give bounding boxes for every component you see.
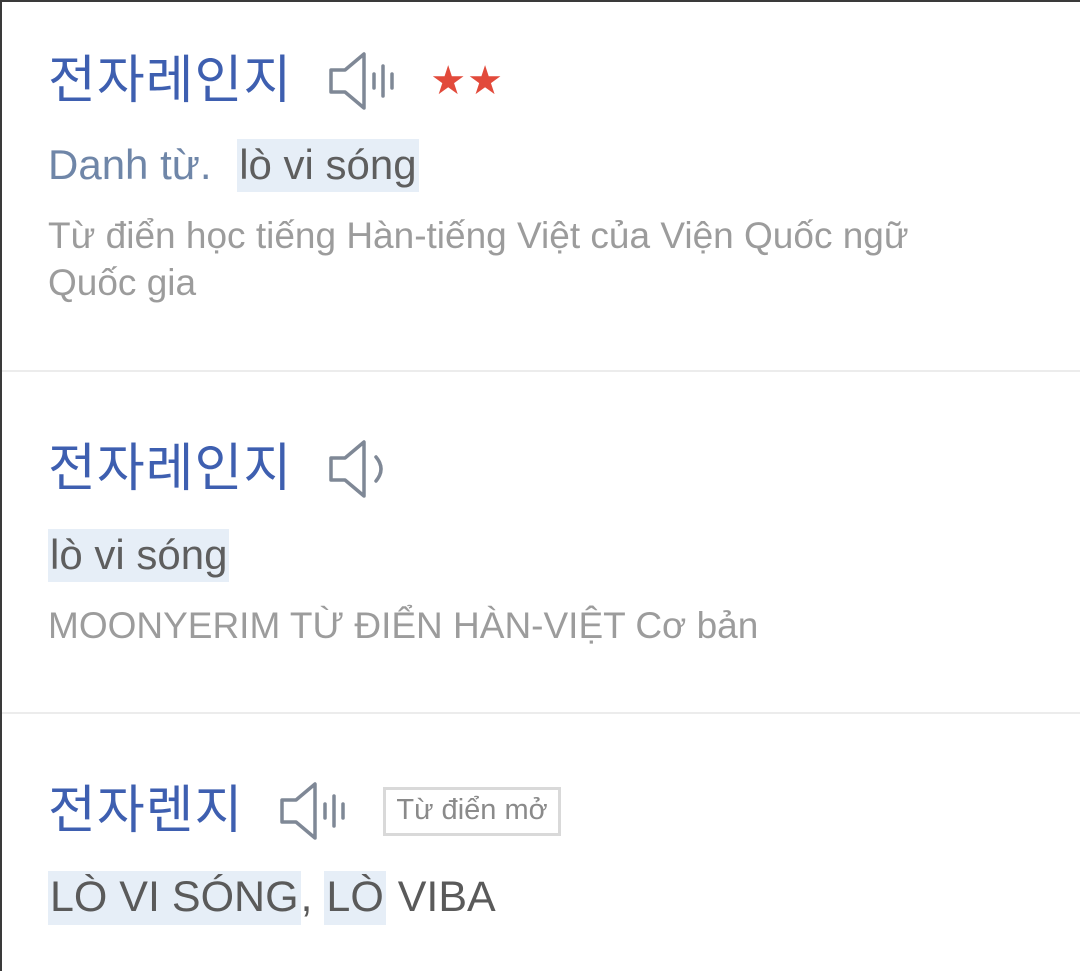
- meaning-text: lò vi sóng: [48, 529, 230, 582]
- dictionary-results: 전자레인지 ★★ Danh từ. lò vi sóng Từ điển học…: [0, 0, 1080, 971]
- speaker-bars-icon[interactable]: [328, 50, 398, 112]
- meaning-text: LÒ: [324, 871, 386, 925]
- result-entry-2[interactable]: 전자레인지 lò vi sóng MOONYERIM TỪ ĐIỂN HÀN-V…: [2, 372, 1080, 712]
- speaker-wave-icon[interactable]: [328, 438, 398, 500]
- headword[interactable]: 전자렌지: [48, 785, 243, 837]
- headword[interactable]: 전자레인지: [48, 55, 292, 107]
- dictionary-source: Từ điển học tiếng Hàn-tiếng Việt của Việ…: [48, 215, 909, 303]
- result-entry-1[interactable]: 전자레인지 ★★ Danh từ. lò vi sóng Từ điển học…: [2, 2, 1080, 370]
- speaker-bars-icon[interactable]: [279, 780, 349, 842]
- meaning-text: lò vi sóng: [237, 139, 419, 192]
- meaning-row: Danh từ. lò vi sóng: [48, 139, 419, 192]
- comma: ,: [300, 873, 313, 921]
- headword-row: 전자레인지 ★★: [48, 50, 504, 112]
- meaning-row: lò vi sóng: [48, 529, 230, 582]
- result-entry-3[interactable]: 전자렌지 Từ điển mở LÒ VI SÓNG, LÒ VIBA: [2, 714, 1080, 971]
- dictionary-source: MOONYERIM TỪ ĐIỂN HÀN-VIỆT Cơ bản: [48, 605, 759, 646]
- star-icon: ★★: [430, 58, 504, 104]
- meaning-text: VIBA: [385, 873, 496, 921]
- meaning-text: LÒ VI SÓNG: [48, 871, 301, 925]
- part-of-speech: Danh từ.: [48, 141, 212, 188]
- headword-row: 전자렌지 Từ điển mở: [48, 780, 561, 842]
- open-dictionary-badge: Từ điển mở: [383, 786, 561, 836]
- headword[interactable]: 전자레인지: [48, 443, 292, 495]
- headword-row: 전자레인지: [48, 438, 398, 500]
- meaning-row: LÒ VI SÓNG, LÒ VIBA: [48, 871, 496, 925]
